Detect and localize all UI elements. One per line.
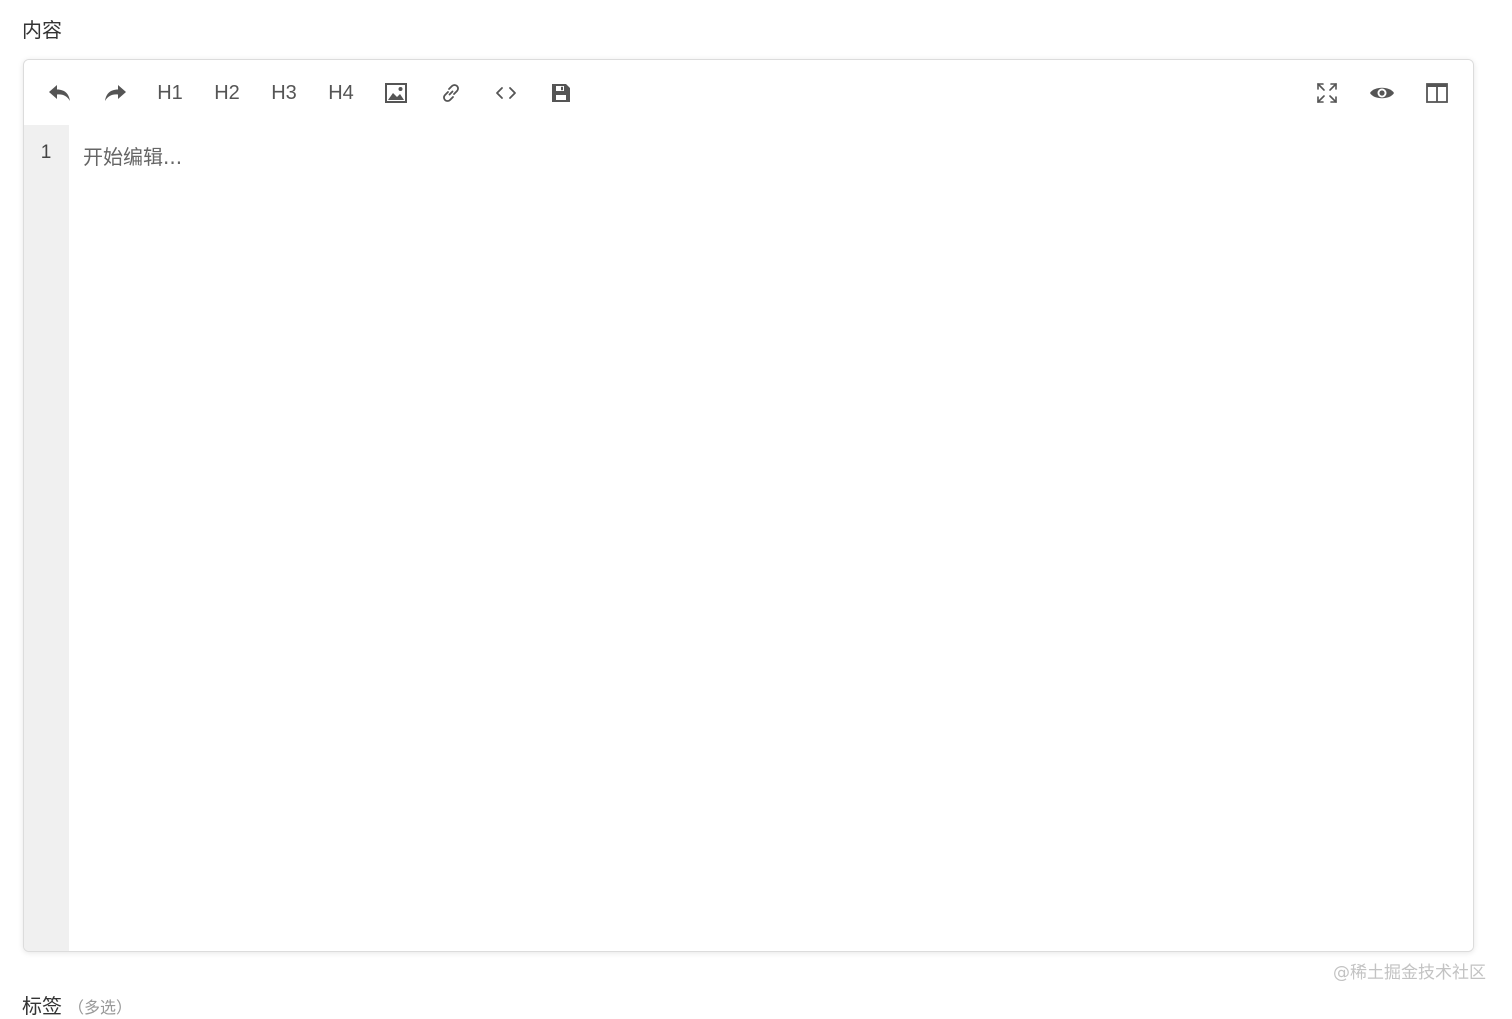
columns-icon xyxy=(1426,83,1448,103)
watermark: @稀土掘金技术社区 xyxy=(1333,963,1486,983)
redo-icon xyxy=(102,82,128,104)
save-icon xyxy=(551,83,571,103)
fullscreen-button[interactable] xyxy=(1307,74,1347,112)
insert-image-button[interactable] xyxy=(376,74,416,112)
tags-label-text: 标签 xyxy=(22,994,62,1018)
line-number-gutter xyxy=(24,125,69,951)
editor-toolbar: H1 H2 H3 H4 xyxy=(24,60,1473,126)
insert-code-button[interactable] xyxy=(486,74,526,112)
tags-hint: （多选） xyxy=(68,998,133,1017)
h3-button[interactable]: H3 xyxy=(264,74,304,112)
editor-text-area[interactable]: 开始编辑... xyxy=(69,125,1473,951)
preview-button[interactable] xyxy=(1362,74,1402,112)
undo-icon xyxy=(47,82,73,104)
h1-button[interactable]: H1 xyxy=(150,74,190,112)
tags-label: 标签 （多选） xyxy=(22,990,132,1019)
content-label: 内容 xyxy=(22,18,62,42)
editor-placeholder: 开始编辑... xyxy=(83,145,183,169)
expand-icon xyxy=(1316,82,1338,104)
image-icon xyxy=(385,83,407,103)
save-button[interactable] xyxy=(541,74,581,112)
split-view-button[interactable] xyxy=(1417,74,1457,112)
h4-button[interactable]: H4 xyxy=(321,74,361,112)
h2-button[interactable]: H2 xyxy=(207,74,247,112)
code-icon xyxy=(494,85,518,101)
insert-link-button[interactable] xyxy=(431,74,471,112)
link-icon xyxy=(439,81,463,105)
markdown-editor: H1 H2 H3 H4 1 开始编辑... xyxy=(23,59,1474,952)
undo-button[interactable] xyxy=(40,74,80,112)
redo-button[interactable] xyxy=(95,74,135,112)
line-number: 1 xyxy=(40,142,52,163)
eye-icon xyxy=(1369,84,1395,102)
